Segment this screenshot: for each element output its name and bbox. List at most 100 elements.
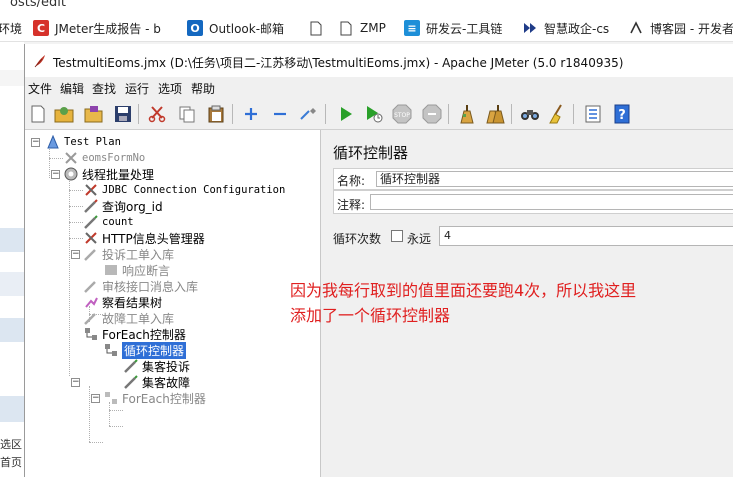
paste-button[interactable]: [205, 103, 227, 125]
tree-node-query-org-id[interactable]: 查询org_id: [83, 198, 163, 214]
comment-row: 注释:: [333, 190, 733, 214]
paste-icon: [208, 105, 224, 123]
tree-node-label: 察看结果树: [102, 295, 163, 310]
shutdown-icon: [422, 104, 442, 124]
sampler-icon: [83, 278, 99, 294]
toggle-button[interactable]: [298, 103, 320, 125]
stop-button[interactable]: STOP: [391, 103, 413, 125]
tree-node-http-header-manager[interactable]: HTTP信息头管理器: [83, 230, 205, 246]
function-helper-button[interactable]: [582, 103, 604, 125]
forever-checkbox[interactable]: [391, 230, 403, 242]
background-band: [0, 70, 24, 86]
bookmark-item[interactable]: 智慧政企-cs: [522, 19, 609, 37]
expand-button[interactable]: [240, 103, 262, 125]
bookmark-item[interactable]: C JMeter生成报告 - b: [33, 19, 161, 37]
tree-node-complaint-order[interactable]: 投诉工单入库: [83, 246, 174, 262]
tree-collapse-toggle[interactable]: −: [71, 378, 80, 387]
tree-collapse-toggle[interactable]: −: [71, 250, 80, 259]
menu-edit[interactable]: 编辑: [60, 80, 84, 97]
tree-node-test-plan[interactable]: Test Plan: [45, 134, 121, 150]
tree-node-foreach-controller-disabled[interactable]: ForEach控制器: [103, 390, 206, 406]
bookmark-item[interactable]: 博客园 - 开发者: [628, 19, 733, 37]
tree-node-jdbc-config[interactable]: JDBC Connection Configuration: [83, 182, 285, 198]
menu-file[interactable]: 文件: [28, 80, 52, 97]
help-button[interactable]: ?: [611, 103, 633, 125]
save-button[interactable]: [112, 103, 134, 125]
bookmark-item[interactable]: ZMP: [338, 19, 386, 37]
collapse-icon: [274, 112, 286, 116]
templates-button[interactable]: [53, 103, 75, 125]
clear-all-button[interactable]: [484, 103, 506, 125]
new-icon: [31, 105, 45, 123]
tree-node-loop-controller[interactable]: 循环控制器: [103, 341, 187, 359]
tree-node-label: Test Plan: [64, 136, 121, 148]
tree-node-view-results-tree[interactable]: 察看结果树: [83, 294, 162, 310]
arrow-logo-icon: [522, 20, 538, 36]
name-label: 名称:: [337, 174, 366, 188]
templates-icon: [54, 107, 74, 123]
title-bar[interactable]: TestmultiEoms.jmx (D:\任务\项目二-江苏移动\Testmu…: [25, 44, 733, 77]
tree-connector: [69, 190, 83, 191]
panel-title: 循环控制器: [333, 144, 409, 162]
tree-node-audit-message[interactable]: 审核接口消息入库: [83, 278, 198, 294]
reset-search-button[interactable]: [546, 103, 568, 125]
menu-run[interactable]: 运行: [125, 80, 149, 97]
stop-icon: STOP: [392, 104, 412, 124]
listener-icon: [83, 294, 99, 310]
tree-node-fault-order[interactable]: 故障工单入库: [83, 310, 174, 326]
tree-node-label: 故障工单入库: [102, 311, 175, 326]
menu-search[interactable]: 查找: [92, 80, 116, 97]
new-button[interactable]: [27, 103, 49, 125]
bookmark-item[interactable]: 环境: [0, 19, 22, 37]
bookmark-item[interactable]: ≡ 研发云-工具链: [404, 19, 502, 37]
start-icon: [341, 107, 352, 121]
copy-icon: [179, 106, 195, 123]
collapse-button[interactable]: [269, 103, 291, 125]
bookmark-label: 研发云-工具链: [426, 21, 503, 36]
menu-help[interactable]: 帮助: [191, 80, 215, 97]
tree-connector: [109, 426, 123, 427]
tree-node-label: 响应断言: [122, 263, 171, 278]
comment-field[interactable]: [370, 194, 733, 210]
menu-options[interactable]: 选项: [158, 80, 182, 97]
loop-count-field[interactable]: 4: [439, 226, 733, 246]
start-no-pause-button[interactable]: [363, 103, 385, 125]
tree-node-group-complaint[interactable]: 集客投诉: [123, 358, 190, 374]
bookmark-label: Outlook-邮箱: [209, 21, 285, 36]
bookmark-item[interactable]: O Outlook-邮箱: [187, 19, 284, 37]
address-bar-remnant[interactable]: osts/edit: [0, 0, 733, 12]
shutdown-button[interactable]: [421, 103, 443, 125]
tree-node-eomsformno[interactable]: eomsFormNo: [63, 150, 145, 166]
search-button[interactable]: [519, 103, 541, 125]
tree-node-response-assertion[interactable]: 响应断言: [103, 262, 170, 278]
tree-connector: [89, 442, 103, 443]
tree-node-group-fault[interactable]: 集客故障: [123, 374, 190, 390]
sampler-icon: [123, 358, 139, 374]
sampler-icon: [123, 374, 139, 390]
tree-node-label: 线程批量处理: [82, 167, 155, 182]
annotation-text: 因为我每行取到的值里面还要跑4次，所以我这里 添加了一个循环控制器: [290, 278, 730, 328]
address-text: osts/edit: [10, 0, 66, 10]
cut-button[interactable]: [146, 103, 168, 125]
save-icon: [115, 106, 131, 122]
toolbar-separator: [511, 104, 512, 124]
annotation-line: 因为我每行取到的值里面还要跑4次，所以我这里: [290, 281, 637, 300]
toolbar-separator: [448, 104, 449, 124]
clear-all-icon: [486, 105, 505, 124]
tree-collapse-toggle[interactable]: −: [31, 138, 40, 147]
bookmark-label: 智慧政企-cs: [544, 21, 610, 36]
clear-button[interactable]: [456, 103, 478, 125]
tree-collapse-toggle[interactable]: −: [51, 170, 60, 179]
start-button[interactable]: [335, 103, 357, 125]
tree-node-count[interactable]: count: [83, 214, 134, 230]
bookmark-item[interactable]: [308, 19, 324, 37]
help-icon: ?: [614, 104, 630, 124]
cut-icon: [148, 106, 166, 123]
tree-collapse-toggle[interactable]: −: [91, 394, 100, 403]
copy-button[interactable]: [176, 103, 198, 125]
toggle-icon: [300, 108, 316, 120]
name-field[interactable]: 循环控制器: [376, 171, 733, 187]
open-button[interactable]: [83, 103, 105, 125]
tree-node-thread-group[interactable]: 线程批量处理: [63, 166, 154, 182]
tree-node-foreach-controller[interactable]: ForEach控制器: [83, 326, 186, 342]
